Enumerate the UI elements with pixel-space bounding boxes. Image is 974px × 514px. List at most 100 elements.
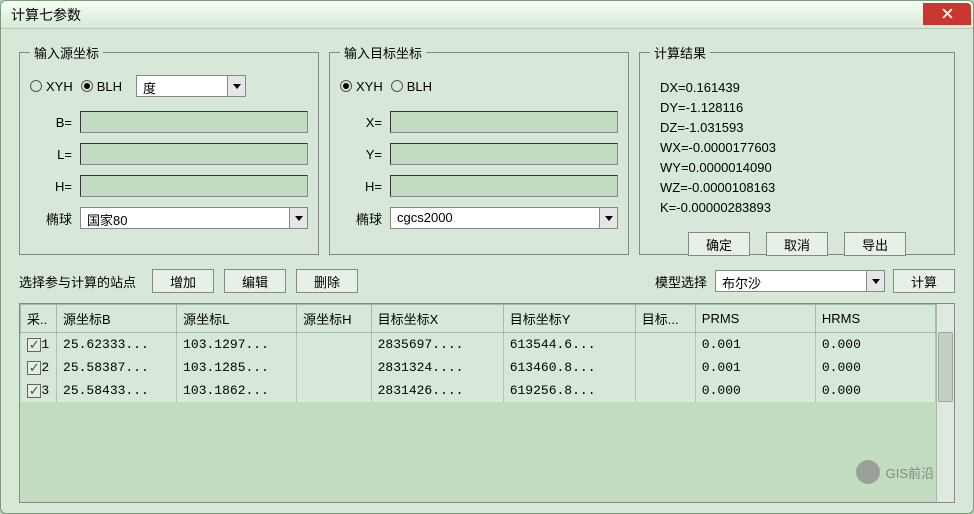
export-button[interactable]: 导出 <box>844 232 906 256</box>
cell-ty: 613544.6... <box>503 333 635 357</box>
delete-button[interactable]: 删除 <box>296 269 358 293</box>
col-header[interactable]: 目标坐标Y <box>503 305 635 333</box>
result-wz: WZ=-0.0000108163 <box>660 178 934 198</box>
target-xyh-radio[interactable]: XYH <box>340 79 383 94</box>
cell-h <box>297 379 371 402</box>
radio-icon <box>81 80 93 92</box>
table-row[interactable]: 225.58387...103.1285...2831324....613460… <box>21 356 936 379</box>
label: B= <box>30 115 80 130</box>
station-toolbar: 选择参与计算的站点 增加 编辑 删除 模型选择 布尔沙 计算 <box>19 269 955 293</box>
target-h-input[interactable] <box>390 175 618 197</box>
window-title: 计算七参数 <box>11 5 81 25</box>
cell-l: 103.1862... <box>177 379 297 402</box>
wechat-icon <box>856 460 880 484</box>
cell-tx: 2835697.... <box>371 333 503 357</box>
row-checkbox[interactable] <box>27 338 41 352</box>
chevron-down-icon <box>599 208 617 228</box>
col-header[interactable]: HRMS <box>815 305 935 333</box>
stations-table: 采.. 源坐标B 源坐标L 源坐标H 目标坐标X 目标坐标Y 目标... PRM… <box>19 303 955 503</box>
watermark: GIS前沿 <box>856 460 934 484</box>
source-l-input[interactable] <box>80 143 308 165</box>
label: Y= <box>340 147 390 162</box>
cell-tx: 2831426.... <box>371 379 503 402</box>
cell-prms: 0.001 <box>695 333 815 357</box>
col-header[interactable]: 源坐标L <box>177 305 297 333</box>
source-blh-radio[interactable]: BLH <box>81 79 122 94</box>
col-header[interactable]: 源坐标H <box>297 305 371 333</box>
cell-ty: 613460.8... <box>503 356 635 379</box>
row-checkbox[interactable] <box>27 361 41 375</box>
table-row[interactable]: 125.62333...103.1297...2835697....613544… <box>21 333 936 357</box>
chevron-down-icon <box>866 271 884 291</box>
col-header[interactable]: 目标坐标X <box>371 305 503 333</box>
result-dy: DY=-1.128116 <box>660 98 934 118</box>
compute-button[interactable]: 计算 <box>893 269 955 293</box>
edit-button[interactable]: 编辑 <box>224 269 286 293</box>
cell-hrms: 0.000 <box>815 333 935 357</box>
source-ellipsoid-combo[interactable]: 国家80 <box>80 207 308 229</box>
table-row[interactable]: 325.58433...103.1862...2831426....619256… <box>21 379 936 402</box>
source-mode-row: XYH BLH 度 <box>30 72 308 100</box>
target-coord-group: 输入目标坐标 XYH BLH X= Y= H= 椭球 cgcs2000 <box>329 43 629 255</box>
cell-prms: 0.000 <box>695 379 815 402</box>
col-header[interactable]: 目标... <box>635 305 695 333</box>
cancel-button[interactable]: 取消 <box>766 232 828 256</box>
label: X= <box>340 115 390 130</box>
cell-h <box>297 333 371 357</box>
cell-b: 25.58387... <box>57 356 177 379</box>
cell-th <box>635 379 695 402</box>
col-header[interactable]: PRMS <box>695 305 815 333</box>
cell-b: 25.62333... <box>57 333 177 357</box>
label: L= <box>30 147 80 162</box>
source-xyh-radio[interactable]: XYH <box>30 79 73 94</box>
label: H= <box>340 179 390 194</box>
target-ellipsoid-combo[interactable]: cgcs2000 <box>390 207 618 229</box>
titlebar: 计算七参数 <box>1 1 973 29</box>
chevron-down-icon <box>289 208 307 228</box>
cell-l: 103.1297... <box>177 333 297 357</box>
col-header[interactable]: 源坐标B <box>57 305 177 333</box>
result-group: 计算结果 DX=0.161439 DY=-1.128116 DZ=-1.0315… <box>639 43 955 255</box>
ok-button[interactable]: 确定 <box>688 232 750 256</box>
add-button[interactable]: 增加 <box>152 269 214 293</box>
cell-prms: 0.001 <box>695 356 815 379</box>
chevron-down-icon <box>227 76 245 96</box>
radio-icon <box>30 80 42 92</box>
vertical-scrollbar[interactable] <box>936 304 954 502</box>
cell-b: 25.58433... <box>57 379 177 402</box>
label: 椭球 <box>30 209 80 228</box>
select-stations-label: 选择参与计算的站点 <box>19 272 136 291</box>
close-button[interactable] <box>923 3 971 25</box>
radio-icon <box>391 80 403 92</box>
source-coord-group: 输入源坐标 XYH BLH 度 B= L= H= 椭球 国家80 <box>19 43 319 255</box>
result-wx: WX=-0.0000177603 <box>660 138 934 158</box>
result-dx: DX=0.161439 <box>660 78 934 98</box>
target-y-input[interactable] <box>390 143 618 165</box>
result-text: DX=0.161439 DY=-1.128116 DZ=-1.031593 WX… <box>650 72 944 224</box>
col-header[interactable]: 采.. <box>21 305 57 333</box>
result-k: K=-0.00000283893 <box>660 198 934 218</box>
model-combo[interactable]: 布尔沙 <box>715 270 885 292</box>
source-unit-combo[interactable]: 度 <box>136 75 246 97</box>
scroll-thumb[interactable] <box>938 332 953 402</box>
cell-hrms: 0.000 <box>815 379 935 402</box>
target-x-input[interactable] <box>390 111 618 133</box>
cell-l: 103.1285... <box>177 356 297 379</box>
app-window: 计算七参数 输入源坐标 XYH BLH 度 B= L= H= 椭球 <box>0 0 974 514</box>
label: H= <box>30 179 80 194</box>
target-blh-radio[interactable]: BLH <box>391 79 432 94</box>
source-h-input[interactable] <box>80 175 308 197</box>
cell-hrms: 0.000 <box>815 356 935 379</box>
source-legend: 输入源坐标 <box>30 43 103 62</box>
row-checkbox[interactable] <box>27 384 41 398</box>
table-header-row: 采.. 源坐标B 源坐标L 源坐标H 目标坐标X 目标坐标Y 目标... PRM… <box>21 305 936 333</box>
target-mode-row: XYH BLH <box>340 72 618 100</box>
cell-tx: 2831324.... <box>371 356 503 379</box>
source-b-input[interactable] <box>80 111 308 133</box>
cell-h <box>297 356 371 379</box>
label: 椭球 <box>340 209 390 228</box>
result-legend: 计算结果 <box>650 43 710 62</box>
body: 输入源坐标 XYH BLH 度 B= L= H= 椭球 国家80 <box>1 29 973 513</box>
model-label: 模型选择 <box>655 272 707 291</box>
result-wy: WY=0.0000014090 <box>660 158 934 178</box>
